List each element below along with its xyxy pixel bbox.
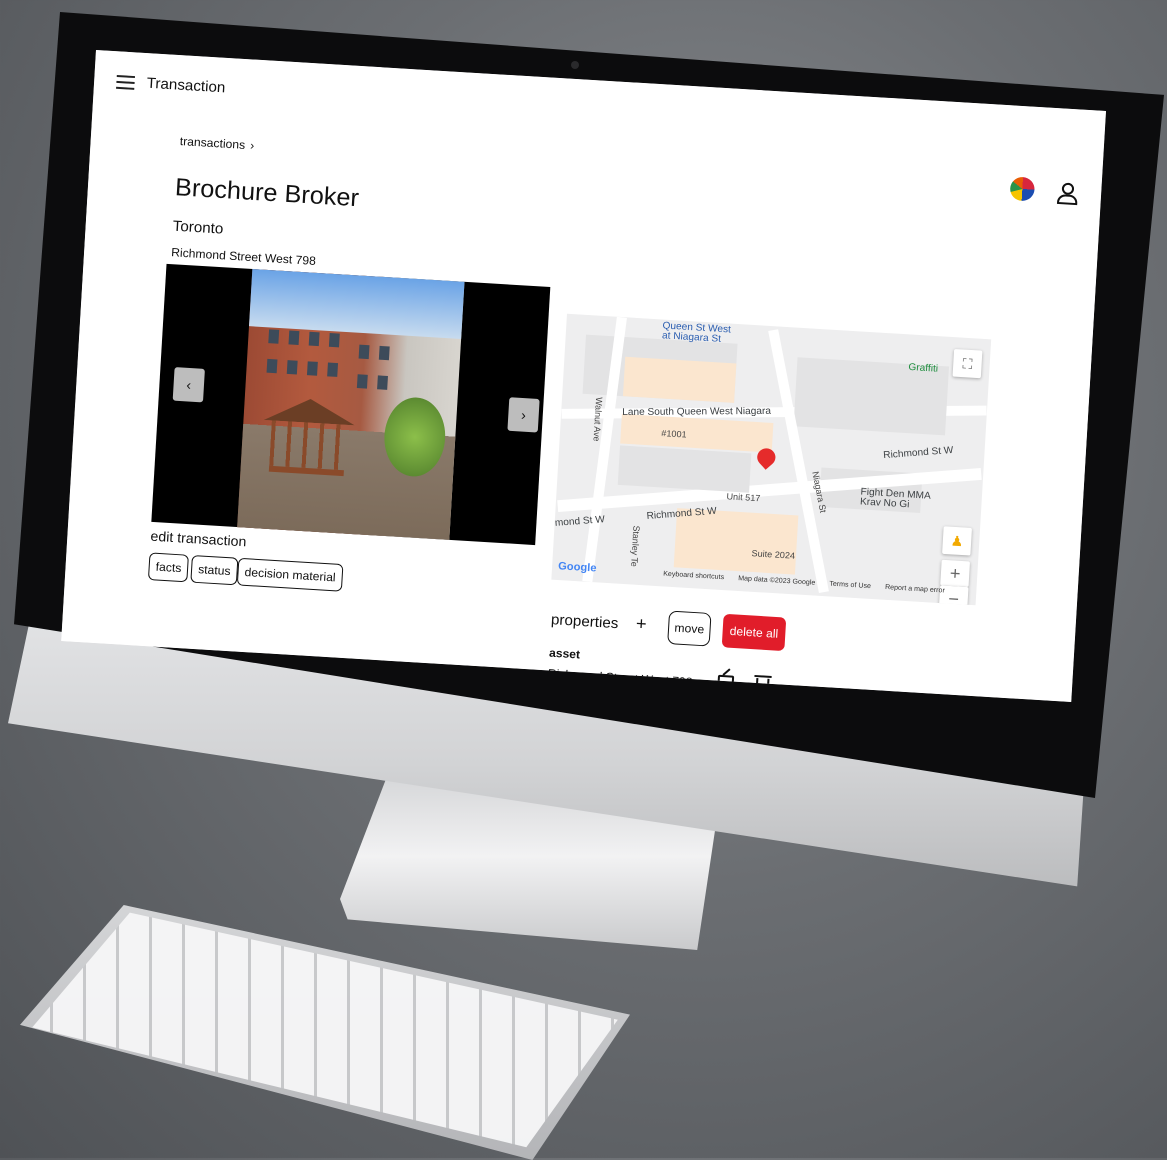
map-label-richmond-right: Richmond St W bbox=[882, 444, 954, 462]
user-icon[interactable] bbox=[1055, 181, 1078, 206]
pegman-icon[interactable]: ♟ bbox=[942, 526, 972, 556]
delete-all-button[interactable]: delete all bbox=[721, 613, 787, 652]
report-error-link[interactable]: Report a map error bbox=[885, 584, 945, 595]
map-footer: Keyboard shortcuts Map data ©2023 Google… bbox=[663, 571, 957, 596]
breadcrumb: transactions › bbox=[179, 134, 254, 152]
page-title: Brochure Broker bbox=[174, 173, 360, 213]
property-photo bbox=[237, 269, 465, 540]
camera bbox=[571, 61, 579, 69]
asset-heading: asset bbox=[548, 645, 581, 662]
properties-heading: properties bbox=[550, 611, 619, 633]
google-logo: Google bbox=[557, 560, 597, 575]
gallery-prev-button[interactable]: ‹ bbox=[172, 367, 205, 403]
terms-link[interactable]: Terms of Use bbox=[829, 581, 871, 590]
transaction-city: Toronto bbox=[172, 217, 224, 238]
edit-transaction-heading: edit transaction bbox=[150, 527, 247, 550]
gallery-next-button[interactable]: › bbox=[507, 397, 540, 433]
screen: Transaction transactions › Brochure Broke… bbox=[61, 50, 1107, 702]
keyboard-keys bbox=[32, 912, 618, 1148]
breadcrumb-item-transactions[interactable]: transactions bbox=[179, 134, 245, 152]
map-label-graffiti: Graffiti bbox=[908, 362, 939, 375]
zoom-in-button[interactable]: + bbox=[940, 559, 971, 588]
keyboard-shortcuts-link[interactable]: Keyboard shortcuts bbox=[663, 571, 724, 582]
decision-material-chip[interactable]: decision material bbox=[236, 557, 344, 592]
map-label-address-num: #1001 bbox=[661, 428, 687, 440]
map-label-unit: Unit 517 bbox=[726, 491, 761, 504]
status-chip[interactable]: status bbox=[190, 554, 239, 586]
monitor: Transaction transactions › Brochure Broke… bbox=[0, 0, 1167, 1160]
image-gallery: ‹ › bbox=[151, 263, 551, 546]
facts-chip[interactable]: facts bbox=[147, 552, 190, 583]
chevron-right-icon: › bbox=[249, 138, 255, 153]
map[interactable]: Queen St West at Niagara St Lane South Q… bbox=[551, 313, 992, 606]
map-label-stanley: Stanley Te bbox=[629, 525, 642, 568]
move-button[interactable]: move bbox=[667, 610, 712, 647]
map-label-fight-den: Fight Den MMA Krav No Gi bbox=[859, 486, 932, 511]
app-window: Transaction transactions › Brochure Broke… bbox=[61, 50, 1107, 702]
map-label-lane: Lane South Queen West Niagara bbox=[622, 405, 772, 418]
map-data-text: Map data ©2023 Google bbox=[737, 575, 816, 587]
language-globe-icon[interactable] bbox=[1009, 176, 1036, 202]
menu-icon[interactable] bbox=[116, 74, 136, 90]
add-property-button[interactable]: + bbox=[635, 613, 647, 634]
fullscreen-icon[interactable]: ⛶ bbox=[952, 348, 983, 379]
app-title: Transaction bbox=[146, 74, 226, 97]
